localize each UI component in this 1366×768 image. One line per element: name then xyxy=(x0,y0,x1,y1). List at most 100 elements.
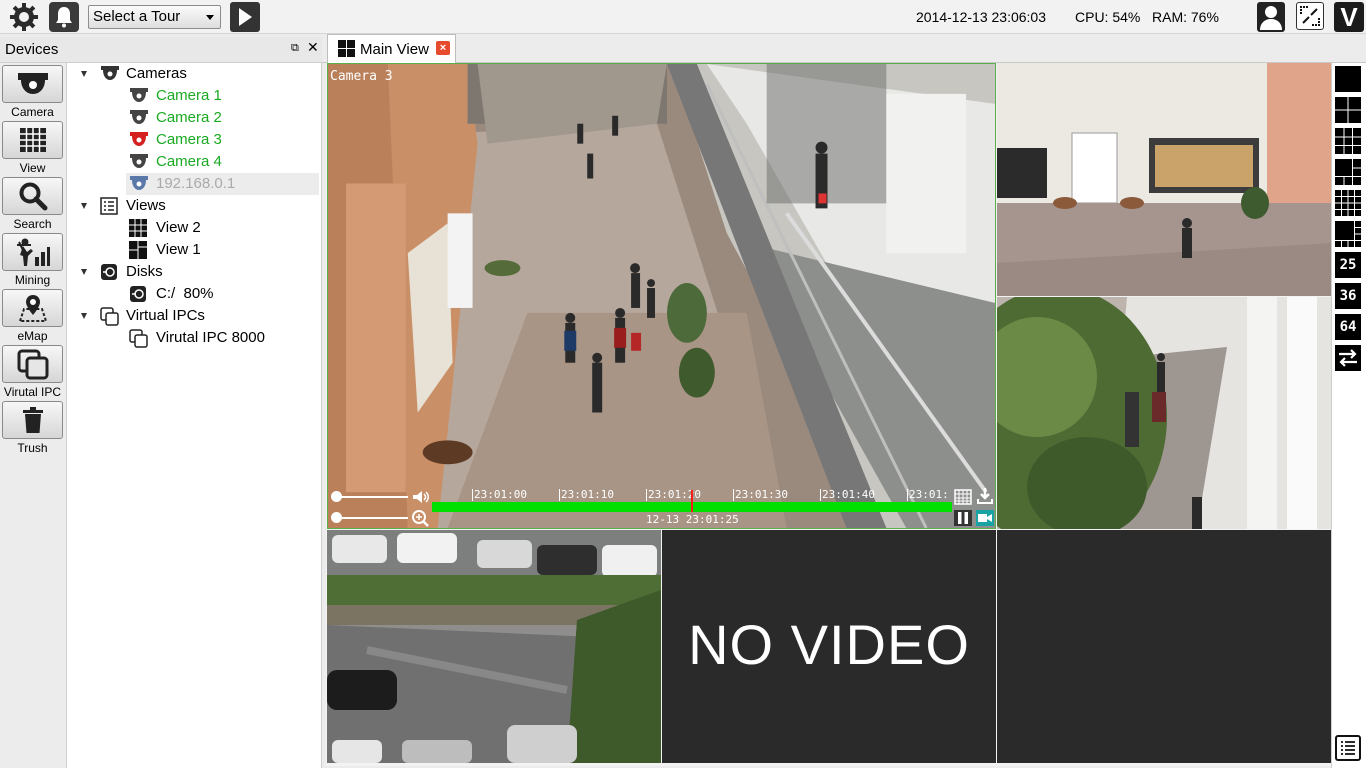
download-icon[interactable] xyxy=(976,488,994,504)
layout-36-button[interactable]: 36 xyxy=(1335,283,1361,309)
expand-arrow-icon[interactable] xyxy=(81,203,87,209)
timeline-tick: 23:01:20 xyxy=(646,488,701,501)
camera-tool-button[interactable]: Camera xyxy=(1,65,64,121)
tree-item-view-2[interactable]: View 2 xyxy=(129,217,319,239)
video-feed xyxy=(997,297,1331,529)
view-tool-label: View xyxy=(19,161,46,175)
camera-alarm-icon xyxy=(129,131,149,149)
expand-arrow-icon[interactable] xyxy=(81,313,87,319)
view-tool-button[interactable]: View xyxy=(1,121,64,177)
ram-usage: RAM: 76% xyxy=(1152,9,1219,25)
camera-tool-label: Camera xyxy=(11,105,54,119)
virtual-ipc-tool-button[interactable]: Virutal IPC xyxy=(1,345,64,401)
volume-slider-knob[interactable] xyxy=(331,491,342,502)
tree-group-disks[interactable]: Disks xyxy=(81,261,321,283)
timeline-tick: 23:01:30 xyxy=(733,488,788,501)
pause-icon[interactable] xyxy=(954,510,972,526)
trash-icon xyxy=(2,401,63,439)
trash-tool-label: Trush xyxy=(17,441,48,455)
tree-group-label: Disks xyxy=(126,263,163,280)
system-datetime: 2014-12-13 23:06:03 xyxy=(916,9,1046,25)
device-tree: Cameras Camera 1 Camera 2 Camera 3 Camer… xyxy=(66,63,322,768)
tree-item-camera-3[interactable]: Camera 3 xyxy=(129,129,319,151)
tree-item-label: Camera 2 xyxy=(156,109,222,126)
emap-tool-button[interactable]: eMap xyxy=(1,289,64,345)
user-icon[interactable] xyxy=(1257,2,1285,32)
tour-select[interactable]: Select a Tour xyxy=(88,5,221,29)
video-cell-empty[interactable] xyxy=(997,530,1331,763)
layout-1x1-icon[interactable] xyxy=(1335,66,1361,92)
zoom-slider-track xyxy=(336,517,408,519)
tree-item-label: 192.168.0.1 xyxy=(156,175,236,192)
virtual-ipc-icon xyxy=(129,329,149,348)
expand-arrow-icon[interactable] xyxy=(81,269,87,275)
swap-arrows-icon[interactable] xyxy=(1335,345,1361,371)
video-feed xyxy=(997,63,1331,296)
layout-25-button[interactable]: 25 xyxy=(1335,252,1361,278)
tree-item-virtual-ipc-8000[interactable]: Virutal IPC 8000 xyxy=(129,327,319,349)
record-camera-icon[interactable] xyxy=(976,510,994,526)
tool-column: Camera View Search Mining eMap Virutal I… xyxy=(0,63,66,768)
tab-close-icon[interactable]: × xyxy=(436,41,450,55)
timeline-tick: 23:01:40 xyxy=(820,488,875,501)
view-tab-strip: Main View × xyxy=(322,34,1366,63)
tab-main-view[interactable]: Main View × xyxy=(327,34,456,63)
trash-tool-button[interactable]: Trush xyxy=(1,401,64,457)
tree-group-virtual-ipcs[interactable]: Virtual IPCs xyxy=(81,305,321,327)
cpu-usage: CPU: 54% xyxy=(1075,9,1141,25)
search-tool-label: Search xyxy=(13,217,52,231)
tree-item-camera-2[interactable]: Camera 2 xyxy=(129,107,319,129)
tree-item-label: Camera 3 xyxy=(156,131,222,148)
layout-3x3-icon[interactable] xyxy=(1335,128,1361,154)
video-feed xyxy=(328,64,995,528)
settings-gear-icon[interactable] xyxy=(9,2,39,32)
play-tour-button[interactable] xyxy=(230,2,260,32)
layout-1-plus-5-icon[interactable] xyxy=(1335,159,1361,185)
layout-1-plus-7-icon[interactable] xyxy=(1335,221,1361,247)
alarm-bell-icon[interactable] xyxy=(49,2,79,32)
close-panel-icon[interactable]: ✕ xyxy=(307,40,319,54)
layout-64-button[interactable]: 64 xyxy=(1335,314,1361,340)
tree-item-camera-1[interactable]: Camera 1 xyxy=(129,85,319,107)
calendar-icon[interactable] xyxy=(954,489,972,505)
timeline-current-time: 12-13 23:01:25 xyxy=(646,513,739,526)
tree-item-label: Virutal IPC 8000 xyxy=(156,329,265,346)
search-icon xyxy=(2,177,63,215)
tree-item-label: Camera 4 xyxy=(156,153,222,170)
video-cell-camera-corridor[interactable] xyxy=(997,297,1331,529)
tree-item-ip-camera[interactable]: 192.168.0.1 xyxy=(126,173,319,195)
tree-item-view-1[interactable]: View 1 xyxy=(129,239,319,261)
tree-group-views[interactable]: Views xyxy=(81,195,321,217)
layout-2x2-icon[interactable] xyxy=(1335,97,1361,123)
tree-group-label: Cameras xyxy=(126,65,187,82)
tree-item-label: C:/ 80% xyxy=(156,285,214,302)
app-logo[interactable]: V xyxy=(1334,2,1364,32)
tree-item-camera-4[interactable]: Camera 4 xyxy=(129,151,319,173)
chevron-down-icon xyxy=(206,15,214,20)
video-cell-camera-parking[interactable] xyxy=(327,530,661,763)
top-toolbar: Select a Tour 2014-12-13 23:06:03 CPU: 5… xyxy=(0,0,1366,34)
disk-icon xyxy=(129,285,149,303)
float-panel-icon[interactable]: ⧉ xyxy=(291,43,301,54)
tree-item-disk-c[interactable]: C:/ 80% xyxy=(129,283,319,305)
expand-arrow-icon[interactable] xyxy=(81,71,87,77)
devices-panel-header: Devices ⧉ ✕ xyxy=(0,37,322,63)
timeline-cursor[interactable] xyxy=(691,490,693,512)
mining-tool-label: Mining xyxy=(14,273,51,287)
volume-icon[interactable] xyxy=(412,489,430,505)
video-cell-camera-plaza[interactable] xyxy=(997,63,1331,296)
zoom-slider-knob[interactable] xyxy=(331,512,342,523)
play-icon xyxy=(239,8,252,26)
zoom-in-icon[interactable] xyxy=(411,510,429,527)
tree-item-label: View 1 xyxy=(156,241,201,258)
fullscreen-icon[interactable] xyxy=(1296,2,1324,30)
search-tool-button[interactable]: Search xyxy=(1,177,64,233)
devices-panel-title: Devices xyxy=(5,41,59,58)
layout-4x4-icon[interactable] xyxy=(1335,190,1361,216)
list-icon xyxy=(100,197,120,215)
list-icon[interactable] xyxy=(1335,735,1361,761)
tree-group-cameras[interactable]: Cameras xyxy=(81,63,321,85)
video-cell-camera-3[interactable]: Camera 3 23:01:00 23:01:10 23:01:20 23:0… xyxy=(327,63,996,529)
video-cell-no-video[interactable]: NO VIDEO xyxy=(662,530,996,763)
mining-tool-button[interactable]: Mining xyxy=(1,233,64,289)
